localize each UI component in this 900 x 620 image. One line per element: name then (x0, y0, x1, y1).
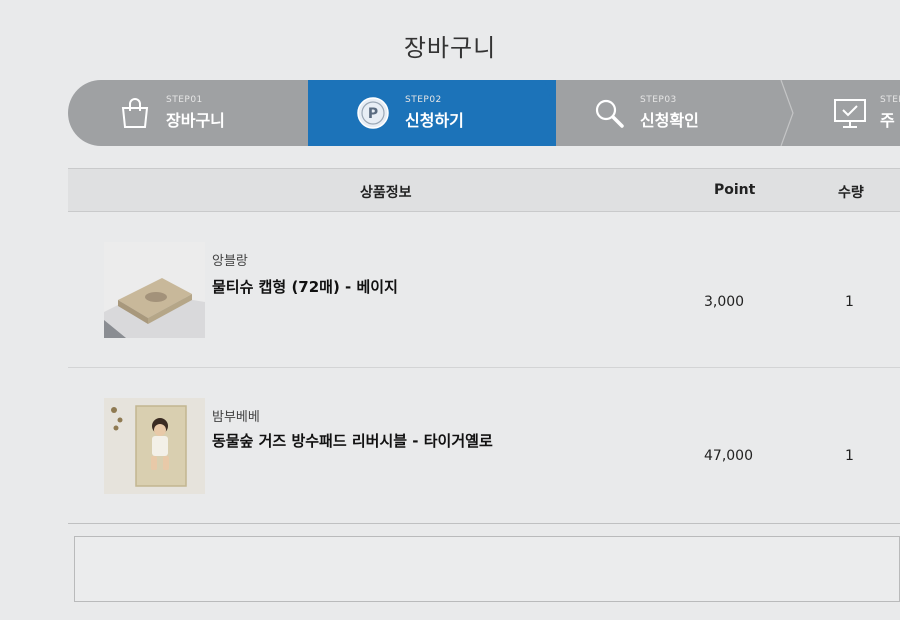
step-order: STEP 주 (798, 80, 900, 146)
cart-table: 상품정보 Point 수량 앙블랑 물티슈 캡형 (72매) - 베이지 3,0… (68, 168, 900, 524)
checkout-steps: STEP01 장바구니 P STEP02 신청하기 STEP03 신청확인 ST… (68, 80, 900, 146)
product-name[interactable]: 동물숲 거즈 방수패드 리버시블 - 타이거옐로 (212, 430, 493, 451)
step-apply: P STEP02 신청하기 (308, 80, 556, 146)
step-cart: STEP01 장바구니 (68, 80, 308, 146)
table-row: 밤부베베 동물숲 거즈 방수패드 리버시블 - 타이거옐로 47,000 1 (68, 368, 900, 524)
step-confirm: STEP03 신청확인 (556, 80, 778, 146)
product-name[interactable]: 물티슈 캡형 (72매) - 베이지 (212, 276, 398, 297)
header-point: Point (714, 182, 756, 198)
summary-box (74, 536, 900, 602)
step-label: 신청하기 (405, 111, 464, 130)
step-label: 주 (880, 111, 895, 130)
monitor-check-icon (832, 96, 868, 134)
step-number: STEP02 (405, 95, 442, 105)
shopping-bag-icon (118, 96, 152, 134)
header-product-info: 상품정보 (360, 185, 412, 201)
step-number: STEP03 (640, 95, 677, 105)
step-label: 장바구니 (166, 111, 225, 130)
step-divider-chevron (780, 80, 794, 146)
product-quantity: 1 (845, 294, 854, 310)
step-number: STEP01 (166, 95, 203, 105)
active-step-arrow (544, 80, 556, 146)
product-brand: 밤부베베 (212, 410, 260, 425)
point-coin-icon: P (356, 96, 390, 134)
table-header: 상품정보 Point 수량 (68, 168, 900, 212)
step-number: STEP (880, 95, 900, 105)
product-thumbnail[interactable] (104, 242, 205, 338)
product-quantity: 1 (845, 448, 854, 464)
svg-text:P: P (368, 106, 378, 122)
product-point: 47,000 (704, 448, 753, 464)
page-title: 장바구니 (403, 34, 497, 62)
table-row: 앙블랑 물티슈 캡형 (72매) - 베이지 3,000 1 (68, 212, 900, 368)
product-point: 3,000 (704, 294, 745, 310)
magnifier-icon (592, 96, 626, 134)
header-quantity: 수량 (838, 185, 864, 201)
product-brand: 앙블랑 (212, 254, 248, 269)
step-label: 신청확인 (640, 111, 699, 130)
product-thumbnail[interactable] (104, 398, 205, 494)
